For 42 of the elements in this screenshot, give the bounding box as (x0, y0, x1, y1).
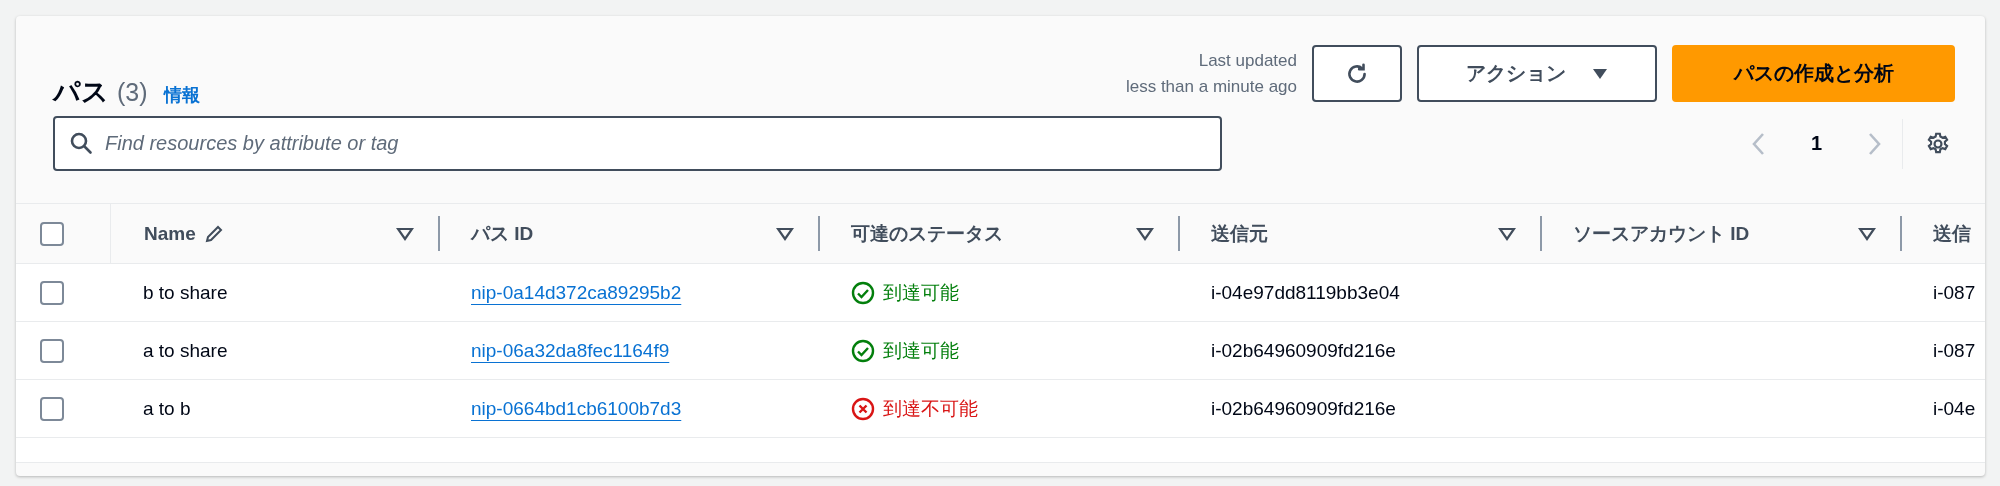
page-number[interactable]: 1 (1810, 132, 1822, 155)
sort-icon[interactable] (1136, 226, 1154, 241)
last-updated-text: Last updated (1198, 49, 1297, 72)
path-id-link[interactable]: nip-0664bd1cb6100b7d3 (471, 397, 682, 420)
status-text: 到達不可能 (883, 396, 978, 421)
path-id-link[interactable]: nip-06a32da8fec1164f9 (471, 339, 670, 362)
table-cell: i-087 (1933, 281, 1976, 304)
search-field[interactable]: Find resources by attribute or tag (53, 116, 1222, 171)
row-checkbox[interactable] (40, 396, 64, 421)
sort-icon[interactable] (396, 226, 414, 241)
row-checkbox[interactable] (40, 280, 64, 305)
column-header[interactable]: ソースアカウント ID (1573, 220, 1750, 247)
status-text: 到達可能 (883, 338, 959, 363)
status-text: 到達可能 (883, 280, 959, 305)
column-header[interactable]: Name (144, 222, 196, 245)
column-header[interactable]: 可達のステータス (851, 220, 1003, 247)
table-cell: i-04e (1933, 397, 1976, 420)
table-cell: a to b (143, 397, 191, 420)
actions-dropdown[interactable]: アクション (1417, 45, 1657, 102)
create-path-button[interactable]: パスの作成と分析 (1672, 45, 1955, 102)
panel-title: パス (53, 76, 109, 109)
table-cell: i-02b64960909fd216e (1211, 397, 1396, 420)
row-checkbox[interactable] (40, 338, 64, 363)
column-header[interactable]: パス ID (471, 220, 534, 247)
refresh-button[interactable] (1312, 45, 1402, 102)
column-header[interactable]: 送信元 (1211, 220, 1268, 247)
item-count: (3) (117, 78, 148, 107)
table-cell: i-02b64960909fd216e (1211, 339, 1396, 362)
info-link[interactable]: 情報 (163, 83, 200, 107)
search-icon (69, 131, 93, 155)
table-cell: i-04e97dd8119bb3e04 (1211, 281, 1400, 304)
sort-icon[interactable] (1498, 226, 1516, 241)
select-all-checkbox[interactable] (40, 221, 64, 246)
table-cell: i-087 (1933, 339, 1976, 362)
sort-icon[interactable] (1858, 226, 1876, 241)
sort-icon[interactable] (776, 226, 794, 241)
path-id-link[interactable]: nip-0a14d372ca89295b2 (471, 281, 682, 304)
column-header[interactable]: 送信 (1933, 220, 1971, 247)
last-updated-text: less than a minute ago (1125, 75, 1297, 98)
caret-icon (1592, 67, 1608, 80)
table-cell: a to share (143, 339, 228, 362)
table-cell: b to share (143, 281, 228, 304)
